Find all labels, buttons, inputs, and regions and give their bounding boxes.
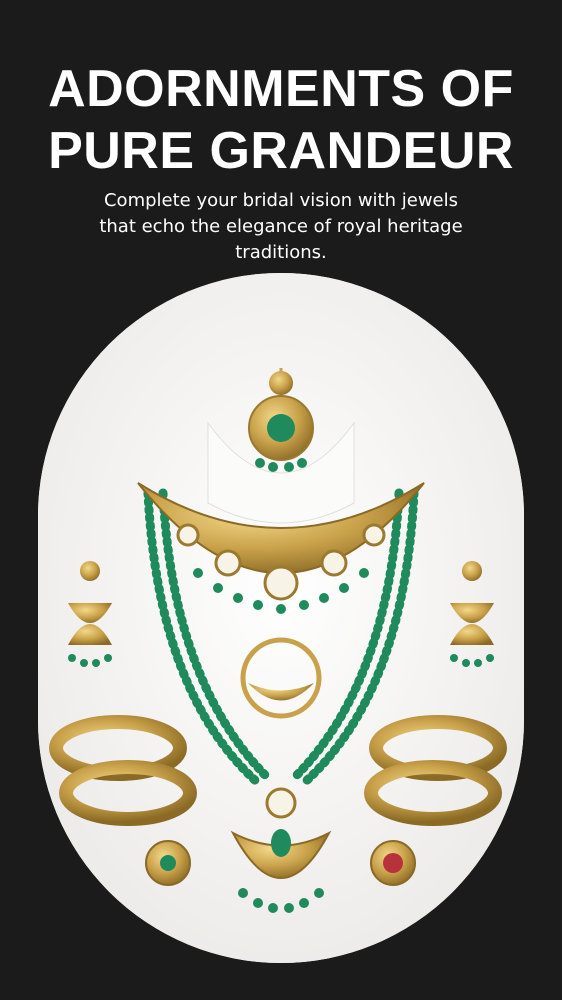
jewellery-photo (38, 273, 524, 963)
hero-title-line-2: PURE GRANDEUR (48, 122, 514, 180)
right-ring (370, 840, 416, 886)
left-ring (145, 840, 191, 886)
hero-title: ADORNMENTS OF PURE GRANDEUR (0, 58, 562, 182)
hero-description: Complete your bridal vision with jewels … (99, 190, 463, 263)
hero-title-line-1: ADORNMENTS OF (48, 60, 514, 118)
